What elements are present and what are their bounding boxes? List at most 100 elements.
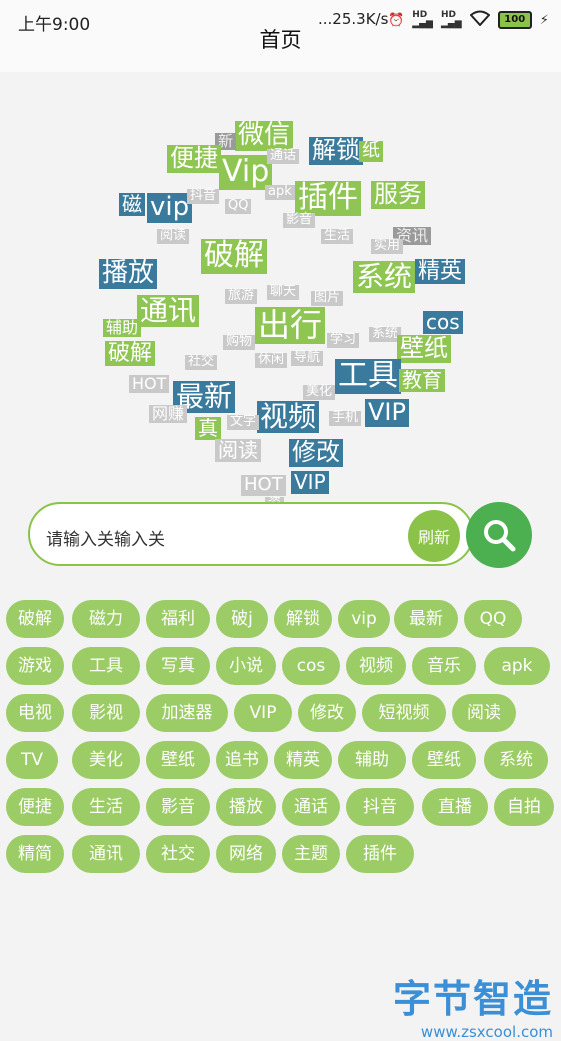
tag-chip[interactable]: 追书 bbox=[216, 741, 268, 779]
cloud-word[interactable]: HOT bbox=[241, 474, 286, 496]
cloud-word[interactable]: VIP bbox=[365, 398, 409, 427]
tag-chip[interactable]: 阅读 bbox=[452, 694, 516, 732]
search-input[interactable] bbox=[44, 522, 348, 552]
cloud-word[interactable]: 抖音 bbox=[187, 188, 220, 204]
refresh-button[interactable]: 刷新 bbox=[408, 510, 460, 562]
cloud-word[interactable]: 阅读 bbox=[215, 439, 261, 462]
tag-chip[interactable]: 精简 bbox=[6, 835, 64, 873]
tag-chip[interactable]: 美化 bbox=[72, 741, 140, 779]
cloud-word[interactable]: 聊天 bbox=[267, 284, 300, 300]
tag-chip[interactable]: 插件 bbox=[346, 835, 414, 873]
tag-chip[interactable]: 加速器 bbox=[146, 694, 228, 732]
tag-chip[interactable]: 通讯 bbox=[72, 835, 140, 873]
tag-chip[interactable]: 精英 bbox=[274, 741, 332, 779]
cloud-word[interactable]: 服务 bbox=[371, 180, 425, 209]
cloud-word[interactable]: 视频 bbox=[257, 400, 320, 434]
cloud-word[interactable]: 文字 bbox=[227, 414, 260, 430]
cloud-word[interactable]: apk bbox=[265, 184, 295, 200]
cloud-word[interactable]: 社交 bbox=[185, 354, 218, 370]
cloud-word[interactable]: vip bbox=[147, 192, 193, 223]
cloud-word[interactable]: 微信 bbox=[235, 120, 294, 151]
cloud-word[interactable]: 壁纸 bbox=[397, 334, 451, 363]
tag-chip[interactable]: VIP bbox=[234, 694, 292, 732]
tag-chip[interactable]: vip bbox=[338, 600, 390, 638]
tag-chip[interactable]: 便捷 bbox=[6, 788, 64, 826]
cloud-word[interactable]: 播放 bbox=[99, 258, 158, 289]
tag-chip[interactable]: 小说 bbox=[216, 647, 276, 685]
search-button[interactable] bbox=[466, 502, 532, 568]
cloud-word[interactable]: 系统 bbox=[353, 260, 416, 294]
cloud-word[interactable]: 实用 bbox=[371, 238, 404, 254]
tag-chip[interactable]: 工具 bbox=[72, 647, 140, 685]
tag-chip[interactable]: 自拍 bbox=[494, 788, 554, 826]
cloud-word[interactable]: 学习 bbox=[327, 332, 360, 348]
tag-chip[interactable]: 社交 bbox=[146, 835, 210, 873]
tag-chip[interactable]: 电视 bbox=[6, 694, 64, 732]
tag-chip[interactable]: QQ bbox=[464, 600, 522, 638]
tag-chip[interactable]: 生活 bbox=[72, 788, 140, 826]
tag-chip[interactable]: 解锁 bbox=[274, 600, 332, 638]
page-title: 首页 bbox=[259, 28, 302, 52]
cloud-word[interactable]: 图片 bbox=[311, 290, 344, 306]
cloud-word[interactable]: VIP bbox=[291, 471, 329, 494]
tag-chip[interactable]: 影音 bbox=[146, 788, 210, 826]
tag-chip[interactable]: 视频 bbox=[346, 647, 406, 685]
tag-chip[interactable]: TV bbox=[6, 741, 58, 779]
cloud-word[interactable]: 精英 bbox=[415, 259, 466, 285]
cloud-word[interactable]: 修改 bbox=[289, 438, 343, 467]
cloud-word[interactable]: 网赚 bbox=[149, 404, 188, 424]
cloud-word[interactable]: 真 bbox=[195, 417, 221, 440]
cloud-word[interactable]: 美化 bbox=[303, 384, 336, 400]
cloud-word[interactable]: 磁 bbox=[119, 193, 145, 216]
tag-chip[interactable]: cos bbox=[282, 647, 340, 685]
cloud-word[interactable]: 生活 bbox=[321, 228, 354, 244]
tag-chip[interactable]: 辅助 bbox=[338, 741, 406, 779]
cloud-word[interactable]: 休闲 bbox=[255, 352, 288, 368]
watermark-logo: 字节智造 bbox=[392, 977, 553, 1021]
cloud-word[interactable]: cos bbox=[423, 311, 463, 334]
cloud-word[interactable]: 工具 bbox=[335, 358, 401, 394]
cloud-word[interactable]: 辅助 bbox=[103, 318, 142, 338]
tag-chip[interactable]: 游戏 bbox=[6, 647, 64, 685]
cloud-word[interactable]: 破解 bbox=[201, 238, 267, 274]
tag-chip[interactable]: 破j bbox=[216, 600, 268, 638]
tag-chip[interactable]: 最新 bbox=[394, 600, 458, 638]
tag-chip[interactable]: 直播 bbox=[422, 788, 488, 826]
tag-chip[interactable]: 主题 bbox=[282, 835, 340, 873]
cloud-word[interactable]: 解锁 bbox=[309, 136, 363, 165]
tag-chip[interactable]: 壁纸 bbox=[412, 741, 476, 779]
tag-chip[interactable]: apk bbox=[484, 647, 550, 685]
cloud-word[interactable]: 教育 bbox=[399, 369, 445, 392]
tag-chip[interactable]: 播放 bbox=[216, 788, 276, 826]
tag-chip[interactable]: 写真 bbox=[146, 647, 210, 685]
cloud-word[interactable]: 通讯 bbox=[137, 294, 200, 328]
cloud-word[interactable]: 购物 bbox=[223, 334, 256, 350]
tag-chip[interactable]: 短视频 bbox=[362, 694, 446, 732]
tag-chip[interactable]: 福利 bbox=[146, 600, 210, 638]
tag-chip[interactable]: 通话 bbox=[282, 788, 340, 826]
tag-chip[interactable]: 破解 bbox=[6, 600, 64, 638]
cloud-word[interactable]: 便捷 bbox=[167, 144, 221, 173]
tag-chip[interactable]: 系统 bbox=[484, 741, 548, 779]
cloud-word[interactable]: 手机 bbox=[329, 410, 362, 426]
tag-chip[interactable]: 磁力 bbox=[72, 600, 140, 638]
cloud-word[interactable]: 旅游 bbox=[225, 288, 258, 304]
cloud-word[interactable]: 插件 bbox=[295, 180, 361, 216]
cloud-word[interactable]: 影音 bbox=[283, 212, 316, 228]
cloud-word[interactable]: HOT bbox=[129, 374, 170, 394]
cloud-word[interactable]: 纸 bbox=[359, 140, 383, 162]
tag-chip[interactable]: 壁纸 bbox=[146, 741, 210, 779]
cloud-word[interactable]: 导航 bbox=[291, 350, 324, 366]
word-cloud[interactable]: 微信新便捷 解锁 Vip 纸通话 插件 服务磁 vip QQ apk 影音 抖音 阅读 生活 资讯 破解 播放… bbox=[95, 115, 466, 535]
tag-chip[interactable]: 音乐 bbox=[412, 647, 476, 685]
tag-chip[interactable]: 影视 bbox=[72, 694, 140, 732]
tag-chip[interactable]: 抖音 bbox=[346, 788, 414, 826]
cloud-word[interactable]: 阅读 bbox=[157, 228, 190, 244]
tag-chip[interactable]: 修改 bbox=[298, 694, 356, 732]
cloud-word[interactable]: 出行 bbox=[255, 307, 326, 344]
search-field: 刷新 bbox=[28, 502, 474, 566]
cloud-word[interactable]: QQ bbox=[225, 198, 252, 214]
cloud-word[interactable]: 通话 bbox=[267, 148, 300, 164]
tag-chip[interactable]: 网络 bbox=[216, 835, 276, 873]
cloud-word[interactable]: 破解 bbox=[105, 341, 156, 367]
